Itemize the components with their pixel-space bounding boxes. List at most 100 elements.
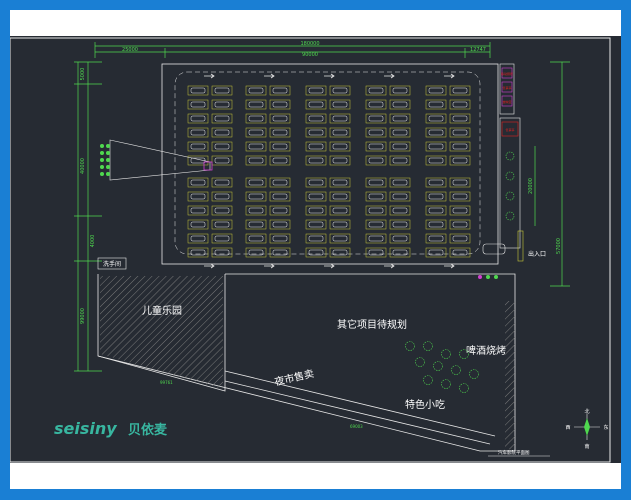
dim-seg-b: 90000 xyxy=(302,52,318,58)
parked-car-icon xyxy=(428,87,444,94)
parked-car-icon xyxy=(272,143,288,150)
parked-car-icon xyxy=(214,115,230,122)
lane-arrow-icon xyxy=(444,263,455,269)
parked-car-icon xyxy=(190,87,206,94)
parked-car-icon xyxy=(332,129,348,136)
bbq-label: 啤酒烧烤 xyxy=(466,344,506,357)
parked-car-icon xyxy=(368,193,384,200)
plan-title: 汽车影院平面图 xyxy=(498,449,530,456)
screen-lights xyxy=(100,144,110,176)
parked-car-icon xyxy=(368,129,384,136)
lane-arrow-icon xyxy=(204,73,215,79)
dim-inner-1: 4000 xyxy=(90,235,96,248)
snacks-label: 特色小吃 xyxy=(405,398,445,411)
parked-car-icon xyxy=(308,235,324,242)
parked-car-icon xyxy=(332,235,348,242)
parked-car-icon xyxy=(272,129,288,136)
parked-car-icon xyxy=(368,221,384,228)
screen-light-icon xyxy=(106,151,110,155)
parked-car-icon xyxy=(214,157,230,164)
parked-car-icon xyxy=(308,87,324,94)
parked-car-icon xyxy=(332,143,348,150)
booth-title: 售票亭 xyxy=(505,127,514,132)
entrance-label: 出入口 xyxy=(528,250,546,258)
compass-west: 西 xyxy=(565,425,570,431)
parked-car-icon xyxy=(392,235,408,242)
parked-car-icon xyxy=(392,207,408,214)
car-icon xyxy=(482,243,506,255)
parked-car-icon xyxy=(392,115,408,122)
parked-car-icon xyxy=(452,115,468,122)
parked-car-icon xyxy=(248,193,264,200)
parked-car-icon xyxy=(190,193,206,200)
parked-car-icon xyxy=(214,143,230,150)
parked-car-icon xyxy=(248,87,264,94)
parked-car-icon xyxy=(428,235,444,242)
parked-car-icon xyxy=(392,143,408,150)
lane-arrows xyxy=(204,73,455,269)
parked-car-icon xyxy=(452,221,468,228)
tree-icon xyxy=(505,211,515,221)
parked-car-icon xyxy=(214,87,230,94)
parked-car-icon xyxy=(248,235,264,242)
parked-car-icon xyxy=(272,235,288,242)
svg-text:seisiny: seisiny xyxy=(54,419,117,438)
dim-bottom-2: 69003 xyxy=(350,424,363,429)
parked-car-icon xyxy=(190,221,206,228)
bbq-table-icon xyxy=(433,361,443,371)
entrance-gate xyxy=(517,230,524,262)
parked-car-icon xyxy=(248,129,264,136)
parked-car-icon xyxy=(368,115,384,122)
parked-car-icon xyxy=(272,207,288,214)
dim-height-right: 57000 xyxy=(556,238,562,254)
parked-car-icon xyxy=(428,221,444,228)
parked-car-icon xyxy=(248,115,264,122)
parked-car-icon xyxy=(332,101,348,108)
parked-car-icon xyxy=(452,87,468,94)
screen-light-icon xyxy=(100,144,104,148)
parked-car-icon xyxy=(272,87,288,94)
parked-car-icon xyxy=(428,179,444,186)
parked-car-icon xyxy=(452,193,468,200)
parked-car-icon xyxy=(308,207,324,214)
parked-car-icon xyxy=(392,179,408,186)
dim-seg-c: 12747 xyxy=(470,47,486,53)
parked-car-icon xyxy=(368,235,384,242)
cad-drawing-canvas: 180000 25000 90000 12747 5000 40000 9900… xyxy=(9,36,621,463)
right-hatch-strip xyxy=(505,301,515,451)
screenshot-frame: 180000 25000 90000 12747 5000 40000 9900… xyxy=(0,0,631,500)
parked-car-icon xyxy=(332,87,348,94)
parked-car-icon xyxy=(308,221,324,228)
parked-car-icon xyxy=(190,129,206,136)
projection-beam xyxy=(109,139,213,181)
dim-bottom-1: 99761 xyxy=(160,380,173,385)
parked-car-icon xyxy=(428,193,444,200)
parked-car-icon xyxy=(308,193,324,200)
night-market-label: 夜市售卖 xyxy=(273,367,315,389)
parked-car-icon xyxy=(214,235,230,242)
parked-car-icon xyxy=(332,115,348,122)
parked-car-icon xyxy=(452,143,468,150)
parked-car-icon xyxy=(248,221,264,228)
compass-icon xyxy=(574,414,600,440)
svg-text:贝依麦: 贝依麦 xyxy=(128,422,168,438)
parked-car-icon xyxy=(214,207,230,214)
parked-car-icon xyxy=(392,129,408,136)
parked-car-icon xyxy=(214,101,230,108)
parked-car-icon xyxy=(308,101,324,108)
parked-car-icon xyxy=(452,207,468,214)
parked-car-icon xyxy=(272,115,288,122)
dim-right-side: 20000 xyxy=(528,178,534,194)
top-white-band xyxy=(10,10,621,36)
bbq-table-icon xyxy=(415,357,425,367)
parked-car-icon xyxy=(332,179,348,186)
restroom-label: 洗手间 xyxy=(103,260,121,268)
parked-car-icon xyxy=(392,193,408,200)
booth-label-2: 售票亭 xyxy=(502,85,511,90)
parked-car-icon xyxy=(452,157,468,164)
parked-car-icon xyxy=(248,179,264,186)
screen-light-icon xyxy=(106,158,110,162)
compass-south: 南 xyxy=(584,443,589,450)
parked-car-icon xyxy=(452,179,468,186)
bbq-table-icon xyxy=(441,379,451,389)
